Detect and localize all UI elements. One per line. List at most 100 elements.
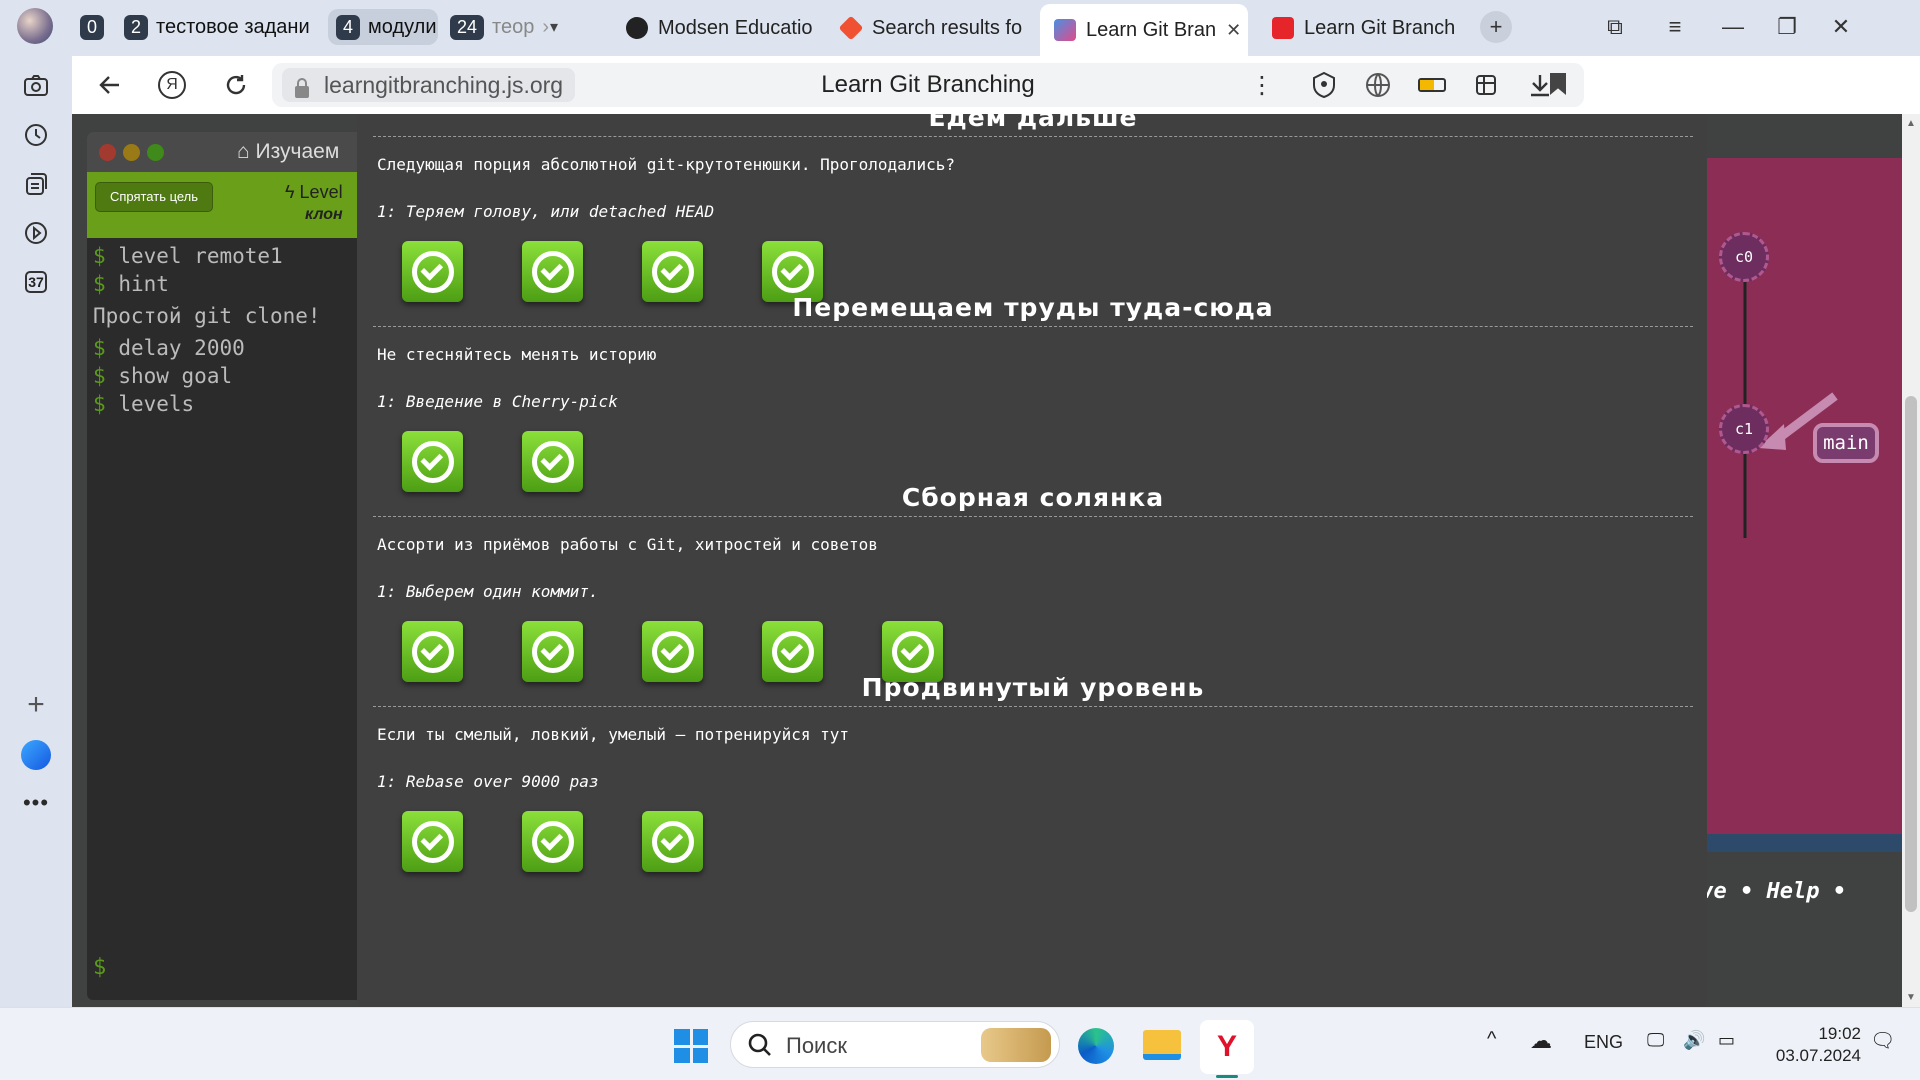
url-text: learngitbranching.js.org [324,72,564,98]
tab-learn-git-pdf[interactable]: Learn Git Branch [1258,6,1458,50]
minimize-button[interactable]: — [1720,14,1746,40]
battery-saver-icon[interactable] [1416,69,1448,101]
level-icons [373,811,1693,872]
chevron-down-icon: ▾ [550,19,559,36]
add-icon[interactable]: + [18,687,54,723]
levels-modal: Едем дальше Следующая порция абсолютной … [357,114,1707,1007]
workspace-dropdown[interactable]: ▾ [542,9,582,45]
workspace-0[interactable]: 0 [72,9,114,45]
volume-icon[interactable]: 🔊 [1683,1030,1705,1051]
new-tab-button[interactable]: + [1480,11,1512,43]
prompt-symbol: $ [93,244,106,268]
checkmark-icon [531,820,574,863]
prompt-symbol: $ [93,392,106,416]
pdf-icon [1272,17,1294,39]
commit-node-c1[interactable]: c1 [1719,404,1769,454]
taskbar-search[interactable]: Поиск [730,1021,1060,1068]
yandex-home-icon[interactable]: Я [156,69,188,101]
hide-goal-button[interactable]: Спрятать цель [95,182,213,212]
screenshot-icon[interactable] [18,68,54,104]
tab-learn-git-active[interactable]: Learn Git Bran ✕ [1040,4,1248,56]
section-title: Продвинутый уровень [861,673,1205,702]
scroll-down-icon[interactable]: ▼ [1906,992,1916,1003]
scrollbar-thumb[interactable] [1905,396,1917,912]
tab-modsen[interactable]: Modsen Educatio [612,6,822,50]
checkmark-icon [531,250,574,293]
command-output: Простой git clone! [93,304,321,328]
kebab-menu-icon[interactable]: ⋮ [1246,69,1278,101]
level-section: Перемещаем труды туда-сюда Не стесняйтес… [373,292,1693,492]
section-level-name: 1: Выберем один коммит. [377,582,599,601]
terminal-header: ⌂ Изучаем [87,132,397,172]
workspace-4[interactable]: 4 модули [328,9,438,45]
minimize-dot-icon[interactable] [123,144,140,161]
goal-bar: Спрятать цель ϟ Level клон [87,172,397,238]
extensions-icon[interactable] [1470,69,1502,101]
yandex-browser-taskbar-icon[interactable]: Y [1200,1020,1254,1074]
profile-avatar[interactable] [17,8,53,44]
checkmark-icon [891,630,934,673]
downloads-icon[interactable] [1524,69,1556,101]
terminal-title-text: Изучаем [255,140,340,163]
terminal-input-prompt[interactable]: $ [93,955,106,980]
tab-list-icon[interactable]: ⧉ [1602,14,1628,40]
back-button[interactable] [94,69,126,101]
scroll-up-icon[interactable]: ▲ [1906,118,1916,129]
branch-label-main[interactable]: main [1813,423,1879,463]
commit-node-c0[interactable]: c0 [1719,232,1769,282]
help-link-text[interactable]: ive • Help • [1687,879,1846,904]
windows-start-icon[interactable] [674,1029,708,1063]
alice-icon[interactable] [18,737,54,773]
section-divider [373,706,1693,707]
level-complete-button[interactable] [402,811,463,872]
viz-footer-bar [1680,834,1902,852]
menu-icon[interactable]: ≡ [1662,14,1688,40]
language-indicator[interactable]: ENG [1584,1032,1623,1053]
checkmark-icon [411,630,454,673]
onedrive-cloud-icon[interactable]: ☁ [1530,1028,1552,1054]
prompt-symbol: $ [93,272,106,296]
tray-chevron-up-icon[interactable]: ^ [1487,1028,1496,1051]
help-links[interactable]: ive • Help • [1687,879,1902,919]
vpn-globe-icon[interactable] [1362,69,1394,101]
calendar-icon[interactable]: 37 [18,264,54,300]
level-complete-button[interactable] [642,811,703,872]
section-description: Не стесняйтесь менять историю [377,345,657,364]
close-window-button[interactable]: ✕ [1828,14,1854,40]
prompt-symbol: $ [93,336,106,360]
level-section: Едем дальше Следующая порция абсолютной … [373,114,1693,302]
restore-button[interactable]: ❐ [1774,14,1800,40]
extension-shield-icon[interactable] [1308,69,1340,101]
workspace-label: тестовое задани [156,15,310,38]
battery-icon[interactable]: ▭ [1718,1030,1735,1051]
section-level-name: 1: Введение в Cherry-pick [377,392,618,411]
maximize-dot-icon[interactable] [147,144,164,161]
tab-label: Learn Git Branch [1304,16,1456,39]
command-text: hint [118,272,169,296]
close-tab-icon[interactable]: ✕ [1226,20,1241,41]
file-explorer-icon[interactable] [1143,1030,1181,1060]
tab-label: Learn Git Bran [1086,18,1217,41]
tab-search-results[interactable]: Search results fo [826,6,1036,50]
checkmark-icon [651,630,694,673]
windows-taskbar: Поиск Y ^ ☁ ENG 🖵 🔊 ▭ 19:02 03.07.2024 🗨 [0,1007,1920,1080]
collections-icon[interactable] [18,166,54,202]
play-icon[interactable] [18,215,54,251]
more-icon[interactable]: ••• [18,785,54,821]
level-complete-button[interactable] [522,811,583,872]
reload-button[interactable] [220,69,252,101]
network-icon[interactable]: 🖵 [1647,1030,1664,1051]
workspace-2[interactable]: 2 тестовое задани [116,9,324,45]
page-scrollbar[interactable]: ▲ ▼ [1902,114,1920,1007]
history-icon[interactable] [18,117,54,153]
search-icon [747,1032,773,1063]
workspace-number: 24 [450,14,485,40]
active-app-indicator [1216,1075,1238,1078]
checkmark-icon [531,440,574,483]
edge-icon[interactable] [1078,1028,1114,1064]
system-clock[interactable]: 19:02 03.07.2024 [1763,1023,1861,1067]
notifications-icon[interactable]: 🗨 [1870,1028,1895,1053]
url-pill[interactable]: learngitbranching.js.org [282,68,576,102]
close-dot-icon[interactable] [99,144,116,161]
level-section: Продвинутый уровень Если ты смелый, ловк… [373,672,1693,872]
